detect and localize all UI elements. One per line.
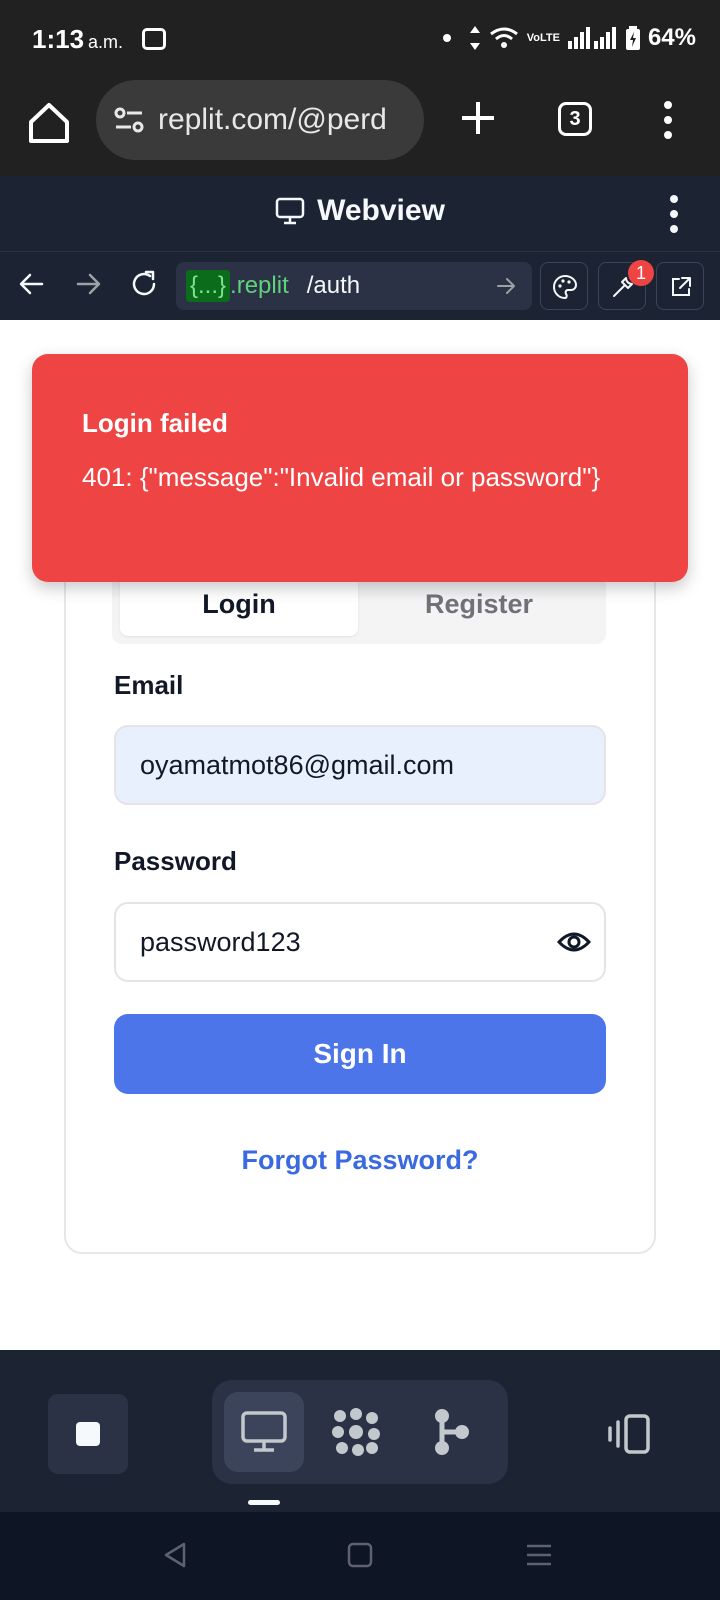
tool-switcher xyxy=(212,1380,508,1484)
palette-icon xyxy=(553,274,578,300)
url-bar[interactable]: replit.com/@perd xyxy=(96,80,424,160)
git-icon xyxy=(435,1409,469,1455)
recents-nav-icon[interactable] xyxy=(524,1540,554,1570)
webview-more-icon[interactable] xyxy=(668,194,680,234)
signal-icon xyxy=(567,27,616,49)
webview-title: Webview xyxy=(317,194,445,227)
status-indicators: VoLTE 64% xyxy=(442,24,696,52)
wifi-icon xyxy=(489,27,518,48)
webview-title-group: Webview xyxy=(0,194,720,228)
show-password-icon[interactable] xyxy=(557,928,591,956)
workflows-tool-button[interactable] xyxy=(318,1392,398,1472)
battery-icon xyxy=(625,26,640,50)
notification-dot-icon xyxy=(442,34,451,42)
password-field[interactable]: password123 xyxy=(114,902,606,982)
stop-button[interactable] xyxy=(48,1394,128,1474)
open-external-button[interactable] xyxy=(656,262,704,310)
status-ampm: a.m. xyxy=(88,32,124,52)
volte-label: VoLTE xyxy=(526,31,560,44)
forward-icon[interactable] xyxy=(70,266,106,302)
tab-indicator xyxy=(248,1500,280,1505)
address-path: /auth xyxy=(306,272,361,299)
devices-icon[interactable] xyxy=(606,1412,656,1456)
password-label: Password xyxy=(114,846,237,876)
data-transfer-icon xyxy=(469,26,480,50)
email-label: Email xyxy=(114,670,184,700)
monitor-icon xyxy=(241,1411,287,1452)
email-field[interactable]: oyamatmot86@gmail.com xyxy=(114,725,606,805)
external-link-icon xyxy=(672,277,691,296)
go-arrow-icon[interactable] xyxy=(494,274,518,298)
stop-icon xyxy=(76,1422,100,1446)
reload-icon[interactable] xyxy=(126,266,162,302)
replit-bottom-bar xyxy=(0,1350,720,1512)
sign-in-button[interactable]: Sign In xyxy=(114,1014,606,1094)
toast-message: 401: {"message":"Invalid email or passwo… xyxy=(82,462,601,492)
new-tab-icon[interactable] xyxy=(456,96,500,140)
battery-percent: 64% xyxy=(647,24,696,51)
site-settings-icon[interactable] xyxy=(114,107,144,133)
error-toast: Login failed 401: {"message":"Invalid em… xyxy=(32,354,688,582)
monitor-icon xyxy=(275,197,305,225)
theme-button[interactable] xyxy=(540,262,588,310)
browser-toolbar: replit.com/@perd 3 xyxy=(0,80,720,176)
forgot-password-link[interactable]: Forgot Password? xyxy=(0,1145,720,1176)
back-nav-icon[interactable] xyxy=(160,1540,190,1570)
system-nav-bar xyxy=(0,1512,720,1600)
back-icon[interactable] xyxy=(14,266,50,302)
webview-nav-row: {...} .replit /auth xyxy=(0,252,720,320)
devtools-badge: 1 xyxy=(628,260,654,286)
address-domain: .replit xyxy=(230,272,289,299)
webview-tool-button[interactable] xyxy=(224,1392,304,1472)
browser-menu-icon[interactable] xyxy=(662,100,674,140)
webview-header: Webview xyxy=(0,176,720,252)
status-bar: 1:13 a.m. VoLTE 64% xyxy=(0,0,720,80)
status-time: 1:13 xyxy=(32,24,85,54)
git-tool-button[interactable] xyxy=(412,1392,492,1472)
tab-switcher-button[interactable]: 3 xyxy=(558,102,592,136)
workflow-icon xyxy=(332,1408,380,1456)
toast-title: Login failed xyxy=(82,408,228,438)
notification-app-icon xyxy=(142,28,166,50)
home-nav-icon[interactable] xyxy=(346,1540,374,1570)
address-brace: {...} xyxy=(186,270,231,302)
url-text: replit.com/@perd xyxy=(158,103,387,136)
home-icon[interactable] xyxy=(26,100,72,146)
webview-address-bar[interactable]: {...} .replit /auth xyxy=(176,262,532,310)
